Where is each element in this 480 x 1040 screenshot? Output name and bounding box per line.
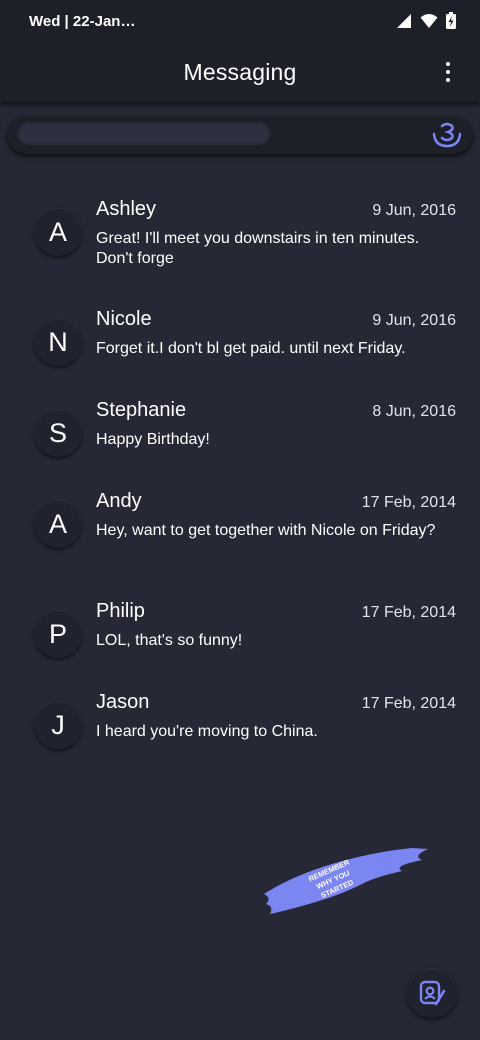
status-icons [396, 12, 456, 29]
message-snippet: Great! I'll meet you downstairs in ten m… [96, 230, 420, 267]
app-bar: Messaging [0, 44, 480, 102]
motivation-sticker: REMEMBER WHY YOU STARTED [264, 848, 428, 914]
contact-name: Ashley [96, 198, 157, 220]
voice-search-icon [432, 122, 462, 148]
search-input[interactable] [17, 121, 271, 145]
conversation-item[interactable]: A Ashley 9 Jun, 2016 Great! I'll meet yo… [0, 192, 480, 272]
message-date: 9 Jun, 2016 [372, 202, 456, 219]
contact-name: Andy [96, 490, 142, 512]
wifi-icon [420, 13, 438, 28]
contact-name: Jason [96, 691, 150, 713]
avatar: N [34, 318, 82, 366]
avatar: A [34, 208, 82, 256]
signal-icon [397, 13, 411, 28]
avatar: S [34, 409, 82, 457]
avatar: P [34, 610, 82, 658]
message-snippet: LOL, that's so funny! [96, 632, 243, 649]
search-bar [7, 114, 473, 154]
message-snippet: Happy Birthday! [96, 431, 210, 448]
message-date: 9 Jun, 2016 [372, 312, 456, 329]
message-date: 8 Jun, 2016 [372, 403, 456, 420]
voice-search-button[interactable] [431, 119, 463, 149]
message-date: 17 Feb, 2014 [361, 604, 456, 621]
conversation-item[interactable]: A Andy 17 Feb, 2014 Hey, want to get tog… [0, 484, 480, 564]
compose-message-icon [419, 980, 446, 1006]
battery-icon [446, 12, 456, 29]
message-snippet: Hey, want to get together with Nicole on… [96, 522, 436, 539]
status-bar: Wed | 22-Jan… [0, 0, 480, 44]
message-date: 17 Feb, 2014 [361, 494, 456, 511]
compose-button[interactable] [407, 968, 457, 1018]
conversation-item[interactable]: S Stephanie 8 Jun, 2016 Happy Birthday! [0, 393, 480, 473]
status-time: Wed | 22-Jan… [29, 13, 136, 30]
more-vert-icon [446, 62, 450, 82]
conversation-item[interactable]: N Nicole 9 Jun, 2016 Forget it.I don't b… [0, 302, 480, 382]
conversation-item[interactable]: J Jason 17 Feb, 2014 I heard you're movi… [0, 685, 480, 765]
message-snippet: I heard you're moving to China. [96, 723, 318, 740]
message-snippet: Forget it.I don't bl get paid. until nex… [96, 340, 406, 357]
message-date: 17 Feb, 2014 [361, 695, 456, 712]
avatar: J [34, 701, 82, 749]
conversation-item[interactable]: P Philip 17 Feb, 2014 LOL, that's so fun… [0, 594, 480, 674]
contact-name: Philip [96, 600, 145, 622]
contact-name: Nicole [96, 308, 152, 330]
more-options-button[interactable] [440, 59, 456, 85]
page-title: Messaging [183, 59, 297, 85]
contact-name: Stephanie [96, 399, 187, 421]
avatar: A [34, 500, 82, 548]
